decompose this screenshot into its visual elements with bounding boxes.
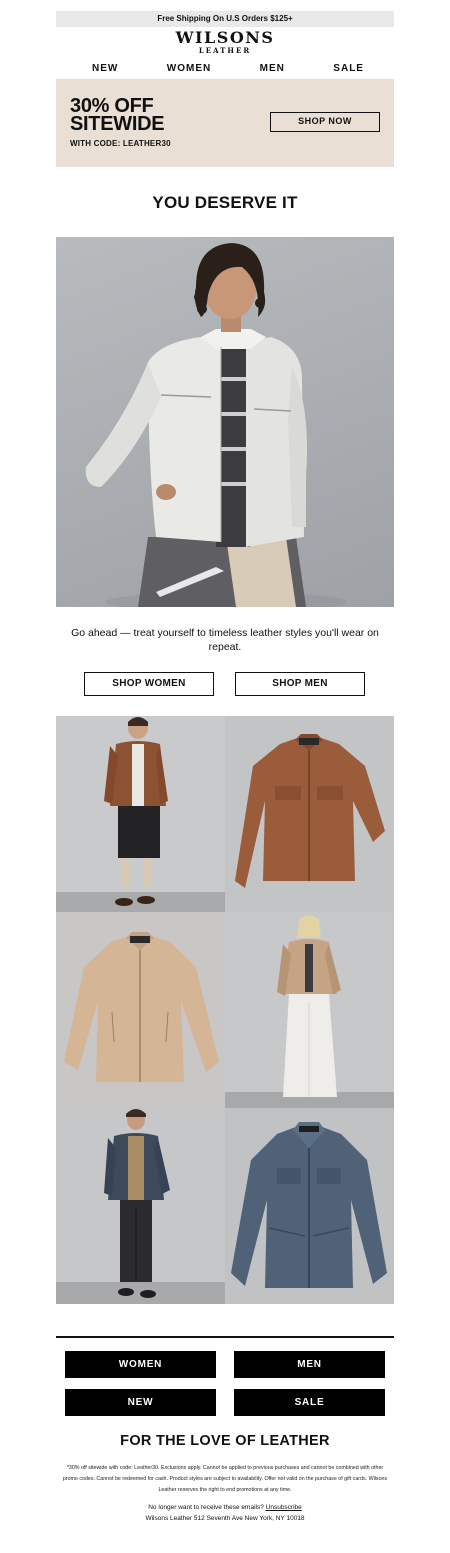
nav-women[interactable]: WOMEN: [167, 63, 211, 77]
unsubscribe-link[interactable]: Unsubscribe: [266, 1504, 302, 1511]
promo-code: WITH CODE: LEATHER30: [70, 139, 171, 148]
footer-title: FOR THE LOVE OF LEATHER: [120, 1433, 330, 1449]
shipping-banner: Free Shipping On U.S Orders $125+: [56, 11, 394, 27]
product-photo-blue-denim-jacket[interactable]: [225, 1108, 394, 1304]
footer-men-button[interactable]: MEN: [234, 1351, 385, 1378]
nav-new[interactable]: NEW: [92, 63, 118, 77]
body-copy: Go ahead — treat yourself to timeless le…: [71, 627, 379, 653]
promo-title: 30% OFF SITEWIDE: [70, 96, 165, 135]
section-divider: [56, 1336, 394, 1338]
main-nav: NEW WOMEN MEN SALE: [56, 63, 394, 77]
shipping-banner-text: Free Shipping On U.S Orders $125+: [157, 14, 293, 23]
footer-sale-button[interactable]: SALE: [234, 1389, 385, 1416]
product-photo-brown-suede-jacket[interactable]: [225, 716, 394, 912]
product-photo-men-suede-jacket[interactable]: [56, 716, 225, 912]
unsubscribe-block: No longer want to receive these emails? …: [0, 1502, 450, 1524]
promo-disclaimer: *30% off sitewide with code: Leather30. …: [62, 1465, 388, 1493]
promo-title-line2: SITEWIDE: [70, 113, 165, 135]
shop-men-button[interactable]: SHOP MEN: [235, 672, 365, 696]
unsubscribe-prefix: No longer want to receive these emails?: [148, 1504, 264, 1511]
product-photo-women-tan-jacket[interactable]: [225, 912, 394, 1108]
shop-now-button[interactable]: SHOP NOW: [270, 112, 380, 132]
footer-new-button[interactable]: NEW: [65, 1389, 216, 1416]
logo-subtitle: LEATHER: [198, 46, 252, 55]
footer-women-button[interactable]: WOMEN: [65, 1351, 216, 1378]
nav-men[interactable]: MEN: [260, 63, 285, 77]
nav-sale[interactable]: SALE: [333, 63, 364, 77]
section-headline: YOU DESERVE IT: [152, 193, 298, 212]
product-photo-tan-suede-jacket[interactable]: [56, 912, 225, 1108]
brand-logo[interactable]: WILSONS LEATHER: [0, 28, 450, 56]
promo-banner: 30% OFF SITEWIDE WITH CODE: LEATHER30 SH…: [56, 79, 394, 167]
company-address: Wilsons Leather 512 Seventh Ave New York…: [145, 1515, 305, 1522]
product-photo-men-denim-jacket[interactable]: [56, 1108, 225, 1304]
unsubscribe-line: No longer want to receive these emails? …: [0, 1502, 450, 1513]
shop-women-button[interactable]: SHOP WOMEN: [84, 672, 214, 696]
logo-wordmark: WILSONS: [175, 28, 275, 47]
hero-model-photo[interactable]: [56, 237, 394, 607]
